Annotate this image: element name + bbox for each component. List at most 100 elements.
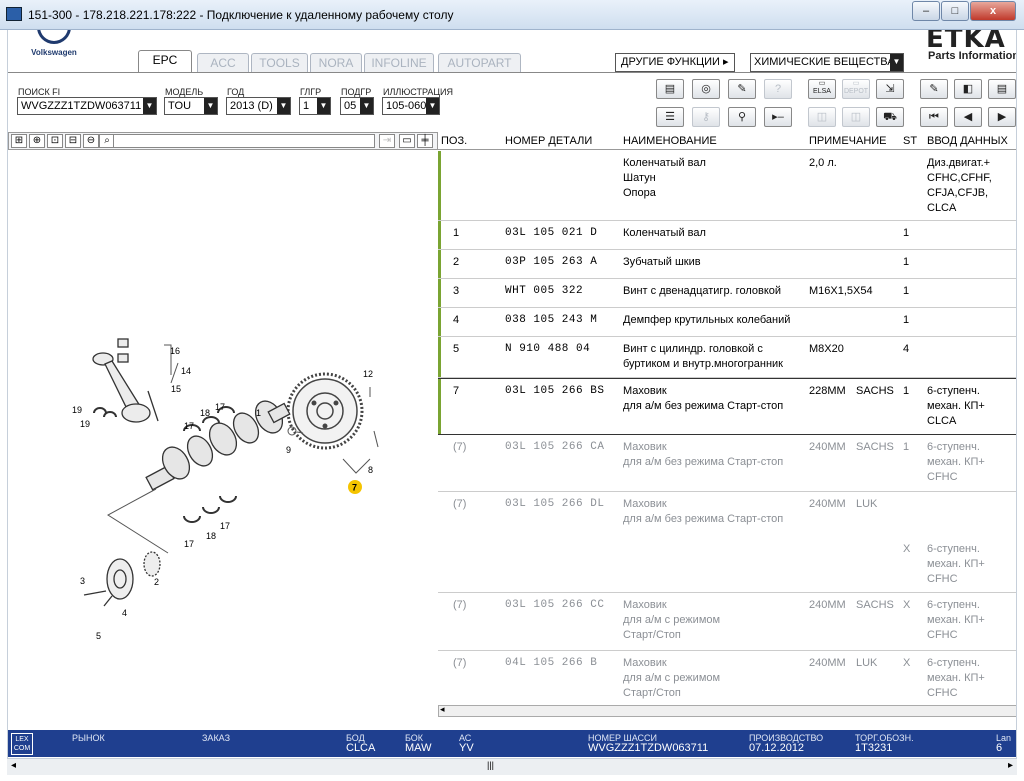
window-title: 151-300 - 178.218.221.178:222 - Подключе… [28,8,454,22]
tab-nora[interactable]: NORA [310,53,362,73]
document-icon[interactable]: ▤ [988,79,1016,99]
svg-text:18: 18 [200,408,210,418]
title-bar: 151-300 - 178.218.221.178:222 - Подключе… [0,0,1024,30]
tab-acc[interactable]: ACC [197,53,249,73]
subgroup-select[interactable]: 05 ▼ [340,97,374,115]
svg-text:3: 3 [80,576,85,586]
exploded-illustration[interactable]: 12345 8 9 12 14 15 16 17 17 17 17 18 18 19 19 7 [8,151,438,721]
previous-page-icon[interactable]: ◀ [954,107,982,127]
pin-icon[interactable]: ✎ [920,79,948,99]
table-row[interactable]: 1 03L 105 021 D Коленчатый вал 1 [438,221,1016,250]
search-input[interactable]: WVGZZZ1TZDW063711 ▼ [17,97,157,115]
window-horizontal-scrollbar[interactable]: ◂ ||| ▸ [7,758,1017,775]
other-functions-button[interactable]: ДРУГИЕ ФУНКЦИИ ▸ [615,53,735,72]
chevron-down-icon[interactable]: ▼ [143,98,156,114]
table-row[interactable]: 2 03P 105 263 A Зубчатый шкив 1 [438,250,1016,279]
chevron-down-icon[interactable]: ▼ [426,98,439,114]
tab-tools[interactable]: TOOLS [251,53,308,73]
cart-icon[interactable]: ⛟ [876,107,904,127]
model-label: МОДЕЛЬ [165,87,204,97]
tab-epc[interactable]: EPC [138,50,192,73]
col-note[interactable]: ПРИМЕЧАНИЕ [809,135,887,147]
table-row[interactable]: (7) 03L 105 266 CC Маховик для а/м с режим… [438,593,1016,651]
cell-note: 228MM [809,385,846,397]
main-group-select[interactable]: 1 ▼ [299,97,331,115]
cell-name: Винт с цилиндр. головкой с буртиком и вн… [623,343,783,370]
export-icon[interactable]: ⇥ [379,134,395,148]
layout-icon[interactable]: ▭ [399,134,415,148]
table-horizontal-scrollbar[interactable]: ◂ [438,704,1016,717]
col-part-number[interactable]: НОМЕР ДЕТАЛИ [505,135,592,147]
cell-position: 5 [453,343,460,355]
key-icon[interactable]: ⚷ [692,107,720,127]
close-button[interactable]: x [970,1,1016,21]
col-st[interactable]: ST [903,135,917,147]
table-row[interactable]: (7) 04L 105 266 B Маховик для а/м с режимо… [438,651,1016,709]
split-icon[interactable]: ╪ [417,134,433,148]
chevron-down-icon[interactable]: ▼ [317,98,330,114]
stock-icon[interactable]: ◫ [842,107,870,127]
cell-name: Маховик для а/м без режима Старт-стоп [623,385,784,412]
table-row[interactable]: Коленчатый вал Шатун Опора 2,0 л. Диз.двиг… [438,151,1016,221]
scroll-left-icon[interactable]: ◂ [440,704,445,715]
illustration-select[interactable]: 105-060 ▼ [382,97,440,115]
row-marker [438,379,441,434]
compare-icon[interactable]: ◫ [808,107,836,127]
chevron-down-icon[interactable]: ▼ [277,98,290,114]
col-name[interactable]: НАИМЕНОВАНИЕ [623,135,717,147]
table-row[interactable]: 4 038 105 243 M Демпфер крутильных колебан… [438,308,1016,337]
table-row[interactable]: 3 WHT 005 322 Винт с двенадцатигр. головко… [438,279,1016,308]
help-icon[interactable]: ? [764,79,792,99]
year-select[interactable]: 2013 (D) ▼ [226,97,291,115]
elsa-button[interactable]: ▭ ELSA [808,79,836,99]
cell-name: Коленчатый вал [623,227,706,239]
depot-button[interactable]: ▭ DEPOT [842,79,870,99]
zoom-region-icon[interactable]: ⊡ [47,134,63,148]
cell-part-number: WHT 005 322 [505,285,584,297]
year-value: 2013 (D) [230,100,273,112]
model-select[interactable]: TOU ▼ [164,97,218,115]
bod-value: CLCA [346,742,376,754]
table-row[interactable]: 5 N 910 488 04 Винт с цилиндр. головкой с … [438,337,1016,378]
cart-import-icon[interactable]: ⇲ [876,79,904,99]
page-prev-icon[interactable]: ◧ [954,79,982,99]
table-row[interactable]: 7 03L 105 266 BS Маховик для а/м без режим… [438,378,1016,435]
next-page-icon[interactable]: ▶ [988,107,1016,127]
bicycle-icon[interactable]: ⚲ [728,107,756,127]
scroll-right-icon[interactable]: ▸ [1008,760,1013,771]
tab-autopart[interactable]: AUTOPART [438,53,521,73]
table-row[interactable]: (7) 03L 105 266 CA Маховик для а/м без реж… [438,435,1016,492]
cell-position: 2 [453,256,460,268]
cell-part-number: 03L 105 266 CC [505,599,605,611]
zoom-fit-icon[interactable]: ⊞ [11,134,27,148]
play-minus-icon[interactable]: ▸– [764,107,792,127]
subgroup-label: ПОДГР [341,87,372,97]
print-icon[interactable]: ▤ [656,79,684,99]
tab-infoline[interactable]: INFOLINE [364,53,434,73]
illustration-search-input[interactable] [113,134,375,148]
col-entry[interactable]: ВВОД ДАННЫХ [927,135,1008,147]
scroll-grip-icon[interactable]: ||| [487,760,494,770]
chevron-down-icon[interactable]: ▼ [360,98,373,114]
table-row[interactable]: (7) 03L 105 266 DL Маховик для а/м без реж… [438,492,1016,593]
first-page-icon[interactable]: ⏮ [920,107,948,127]
zoom-in-icon[interactable]: ⊕ [29,134,45,148]
zoom-out-icon[interactable]: ⊖ [83,134,99,148]
scroll-left-icon[interactable]: ◂ [11,760,16,771]
list-icon[interactable]: ☰ [656,107,684,127]
model-value: TOU [168,100,192,112]
damper-pulley [83,551,161,607]
maximize-button[interactable]: □ [941,1,969,21]
minimize-button[interactable]: – [912,1,940,21]
svg-text:14: 14 [181,366,191,376]
svg-text:17: 17 [184,421,194,431]
cell-st: 1 [903,314,910,326]
chemicals-select[interactable]: ХИМИЧЕСКИЕ ВЕЩЕСТВА ▼ [750,53,904,72]
chevron-down-icon[interactable]: ▼ [204,98,217,114]
col-pos[interactable]: ПОЗ. [441,135,467,147]
cell-st: X [903,657,911,669]
search-parts-icon[interactable]: ◎ [692,79,720,99]
service-icon[interactable]: ✎ [728,79,756,99]
zoom-page-icon[interactable]: ⊟ [65,134,81,148]
chevron-down-icon[interactable]: ▼ [890,54,903,71]
